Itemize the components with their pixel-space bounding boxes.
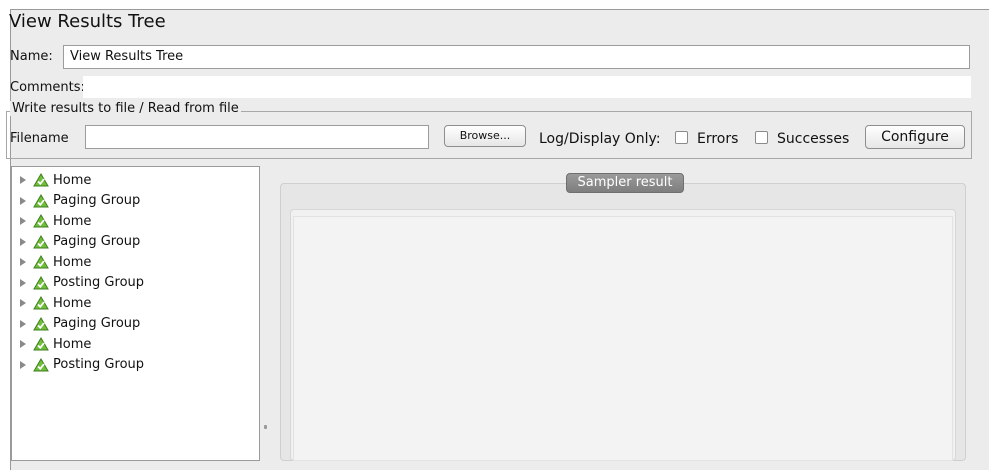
expand-arrow-icon[interactable] xyxy=(20,217,26,225)
expand-arrow-icon[interactable] xyxy=(20,176,26,184)
name-input[interactable]: View Results Tree xyxy=(63,45,970,69)
panel-title: View Results Tree xyxy=(9,11,166,32)
tree-item-label: Posting Group xyxy=(53,275,145,290)
filename-label: Filename xyxy=(10,131,69,146)
success-shield-icon xyxy=(33,234,49,249)
expand-arrow-icon[interactable] xyxy=(20,237,26,246)
tree-item-label: Paging Group xyxy=(53,193,141,208)
tab-sampler-result[interactable]: Sampler result xyxy=(566,173,684,193)
results-tree[interactable]: Home Paging Group Home Paging Group Home Post… xyxy=(11,166,260,461)
success-shield-icon xyxy=(33,296,49,310)
success-shield-icon xyxy=(33,357,49,372)
success-shield-icon xyxy=(33,255,49,269)
success-shield-icon xyxy=(33,337,49,351)
splitter-handle[interactable] xyxy=(264,425,267,429)
expand-arrow-icon[interactable] xyxy=(20,319,26,328)
tree-item[interactable]: Paging Group xyxy=(12,232,140,252)
tree-item[interactable]: Paging Group xyxy=(12,191,140,211)
errors-checkbox[interactable] xyxy=(675,131,688,144)
success-shield-icon xyxy=(33,193,49,208)
expand-arrow-icon[interactable] xyxy=(20,258,26,266)
name-label: Name: xyxy=(10,49,53,64)
success-shield-icon xyxy=(33,275,49,290)
success-shield-icon xyxy=(33,173,49,187)
tree-item-label: Paging Group xyxy=(53,316,141,331)
sampler-result-content xyxy=(293,216,953,461)
errors-label: Errors xyxy=(697,131,739,147)
filename-input[interactable] xyxy=(85,125,429,149)
tree-item[interactable]: Home xyxy=(12,252,91,272)
log-display-only-label: Log/Display Only: xyxy=(539,131,661,147)
tree-item-label: Home xyxy=(53,213,92,229)
tree-item-label: Home xyxy=(53,172,92,188)
tree-item[interactable]: Posting Group xyxy=(12,355,144,375)
tree-item[interactable]: Home xyxy=(12,334,91,354)
success-shield-icon xyxy=(33,316,49,331)
tree-item[interactable]: Home xyxy=(12,170,91,190)
tree-item-label: Paging Group xyxy=(53,234,141,249)
expand-arrow-icon[interactable] xyxy=(20,278,26,287)
tree-item-label: Home xyxy=(53,254,92,270)
successes-label: Successes xyxy=(777,131,850,147)
tree-item-label: Posting Group xyxy=(53,357,145,372)
comments-label: Comments: xyxy=(10,80,85,95)
tree-item[interactable]: Paging Group xyxy=(12,314,140,334)
file-fieldset-legend: Write results to file / Read from file xyxy=(10,101,241,116)
tree-item[interactable]: Home xyxy=(12,211,91,231)
tree-item[interactable]: Posting Group xyxy=(12,273,144,293)
successes-checkbox[interactable] xyxy=(755,131,768,144)
browse-button[interactable]: Browse... xyxy=(444,125,526,147)
tree-item-label: Home xyxy=(53,295,92,311)
success-shield-icon xyxy=(33,214,49,228)
expand-arrow-icon[interactable] xyxy=(20,299,26,307)
comments-input[interactable] xyxy=(83,76,971,98)
tree-item-label: Home xyxy=(53,336,92,352)
expand-arrow-icon[interactable] xyxy=(20,196,26,205)
expand-arrow-icon[interactable] xyxy=(20,340,26,348)
configure-button[interactable]: Configure xyxy=(865,125,965,149)
tree-item[interactable]: Home xyxy=(12,293,91,313)
expand-arrow-icon[interactable] xyxy=(20,360,26,369)
